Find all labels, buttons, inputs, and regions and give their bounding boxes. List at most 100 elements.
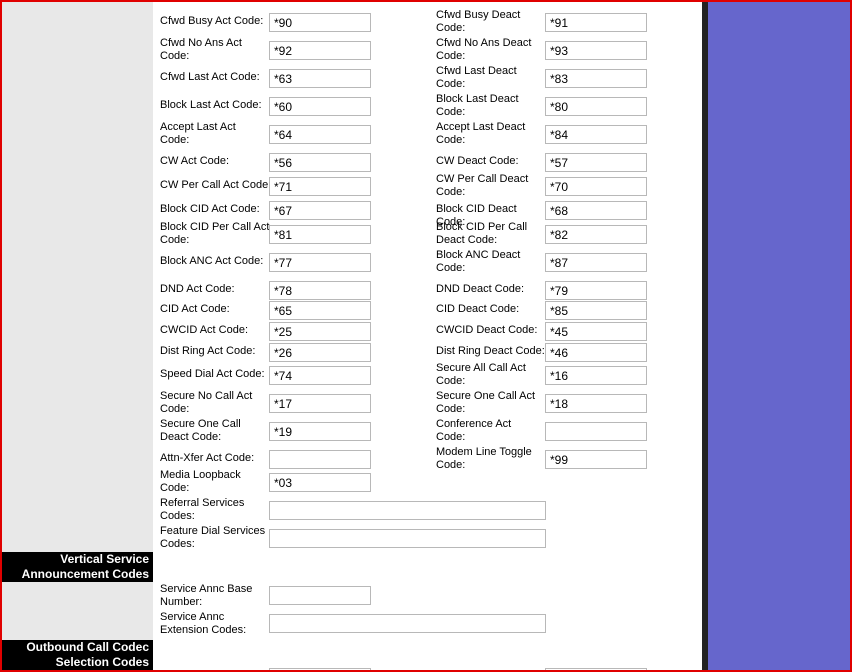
label-line1: Block ANC Act Code: <box>160 255 264 267</box>
act-code-input[interactable] <box>269 13 371 32</box>
deact-code-input[interactable] <box>545 343 647 362</box>
label-line1: Block Last Deact <box>436 93 519 105</box>
deact-code-input[interactable] <box>545 394 647 413</box>
label-line1: CID Deact Code: <box>436 303 520 315</box>
deact-code-input[interactable] <box>545 125 647 144</box>
deact-code-label: Secure One Call Act Code: <box>436 390 548 416</box>
label-line2: Code: <box>436 78 466 90</box>
act-code-input[interactable] <box>269 343 371 362</box>
act-code-input[interactable] <box>269 225 371 244</box>
outbound-codec-deact-code-input[interactable] <box>545 668 647 670</box>
label-line2: Deact Code: <box>160 431 222 443</box>
label-line1: CWCID Deact Code: <box>436 324 538 336</box>
act-code-input[interactable] <box>269 201 371 220</box>
deact-code-input[interactable] <box>545 301 647 320</box>
act-code-input[interactable] <box>269 97 371 116</box>
act-code-label: DND Act Code: <box>160 283 272 296</box>
act-code-label: Block CID Per Call Act Code: <box>160 221 272 247</box>
feature-dial-services-label: Feature Dial Services Codes: <box>160 525 270 551</box>
label-line2: Number: <box>160 596 203 608</box>
label-line1: CW Per Call Deact <box>436 173 529 185</box>
act-code-label: CWCID Act Code: <box>160 324 272 337</box>
deact-code-label: CID Deact Code: <box>436 303 548 316</box>
act-code-label: Secure One Call Deact Code: <box>160 418 272 444</box>
act-code-input[interactable] <box>269 253 371 272</box>
section-header-line1: Vertical Service <box>60 552 149 566</box>
referral-services-codes-input[interactable] <box>269 501 546 520</box>
deact-code-label: Cfwd Busy Deact Code: <box>436 9 548 35</box>
act-code-label: Secure No Call Act Code: <box>160 390 272 416</box>
act-code-label: Cfwd Busy Act Code: <box>160 15 272 28</box>
label-line1: Cfwd Busy Act Code: <box>160 15 264 27</box>
act-code-label: Block CID Act Code: <box>160 203 272 216</box>
act-code-label: Block Last Act Code: <box>160 99 272 112</box>
label-line2: Code: <box>160 482 190 494</box>
feature-dial-services-codes-input[interactable] <box>269 529 546 548</box>
label-line1: CW Act Code: <box>160 155 230 167</box>
deact-code-input[interactable] <box>545 41 647 60</box>
act-code-input[interactable] <box>269 153 371 172</box>
label-line1: Cfwd No Ans Act <box>160 37 242 49</box>
deact-code-input[interactable] <box>545 201 647 220</box>
label-line1: Dist Ring Deact Code: <box>436 345 545 357</box>
deact-code-input[interactable] <box>545 253 647 272</box>
label-line2: Code: <box>436 106 466 118</box>
act-code-input[interactable] <box>269 322 371 341</box>
deact-code-input[interactable] <box>545 281 647 300</box>
deact-code-input[interactable] <box>545 322 647 341</box>
label-line1: CID Act Code: <box>160 303 230 315</box>
deact-code-input[interactable] <box>545 177 647 196</box>
media-loopback-code-input[interactable] <box>269 473 371 492</box>
deact-code-label: Modem Line Toggle Code: <box>436 446 548 472</box>
deact-code-label: CW Deact Code: <box>436 155 548 168</box>
act-code-label: CW Per Call Act Code: <box>160 179 272 192</box>
deact-code-label: CWCID Deact Code: <box>436 324 548 337</box>
act-code-label: Cfwd Last Act Code: <box>160 71 272 84</box>
act-code-input[interactable] <box>269 125 371 144</box>
service-annc-extension-codes-input[interactable] <box>269 614 546 633</box>
deact-code-label: Block ANC Deact Code: <box>436 249 548 275</box>
service-annc-extension-codes-label: Service Annc Extension Codes: <box>160 611 270 637</box>
label-line2: Code: <box>436 50 466 62</box>
label-line2: Code: <box>436 375 466 387</box>
deact-code-input[interactable] <box>545 13 647 32</box>
act-code-input[interactable] <box>269 450 371 469</box>
label-line2: Deact Code: <box>436 234 498 246</box>
act-code-label: Dist Ring Act Code: <box>160 345 272 358</box>
service-annc-base-number-input[interactable] <box>269 586 371 605</box>
deact-code-input[interactable] <box>545 153 647 172</box>
deact-code-input[interactable] <box>545 225 647 244</box>
deact-code-label: Accept Last Deact Code: <box>436 121 548 147</box>
label-line1: Block CID Per Call Act <box>160 221 270 233</box>
act-code-label: Speed Dial Act Code: <box>160 368 272 381</box>
act-code-input[interactable] <box>269 301 371 320</box>
act-code-input[interactable] <box>269 41 371 60</box>
label-line1: CW Per Call Act Code: <box>160 179 272 191</box>
section-header-line1: Outbound Call Codec <box>26 640 149 654</box>
label-line1: DND Act Code: <box>160 283 235 295</box>
deact-code-input[interactable] <box>545 69 647 88</box>
act-code-input[interactable] <box>269 69 371 88</box>
label-line1: Block CID Per Call <box>436 221 528 233</box>
label-line2: Code: <box>436 403 466 415</box>
deact-code-label: Cfwd Last Deact Code: <box>436 65 548 91</box>
deact-code-label: Block CID Per Call Deact Code: <box>436 221 548 247</box>
outbound-codec-code-input[interactable] <box>269 668 371 670</box>
act-code-input[interactable] <box>269 177 371 196</box>
label-line2: Codes: <box>160 510 195 522</box>
label-line1: Conference Act <box>436 418 512 430</box>
label-line1: Secure All Call Act <box>436 362 526 374</box>
act-code-input[interactable] <box>269 394 371 413</box>
act-code-input[interactable] <box>269 281 371 300</box>
act-code-input[interactable] <box>269 422 371 441</box>
media-loopback-label: Media Loopback Code: <box>160 469 270 495</box>
label-line2: Code: <box>436 22 466 34</box>
deact-code-input[interactable] <box>545 422 647 441</box>
deact-code-input[interactable] <box>545 366 647 385</box>
label-line2: Code: <box>160 50 190 62</box>
deact-code-input[interactable] <box>545 97 647 116</box>
deact-code-input[interactable] <box>545 450 647 469</box>
service-annc-base-number-label: Service Annc Base Number: <box>160 583 270 609</box>
act-code-input[interactable] <box>269 366 371 385</box>
deact-code-label: Secure All Call Act Code: <box>436 362 548 388</box>
